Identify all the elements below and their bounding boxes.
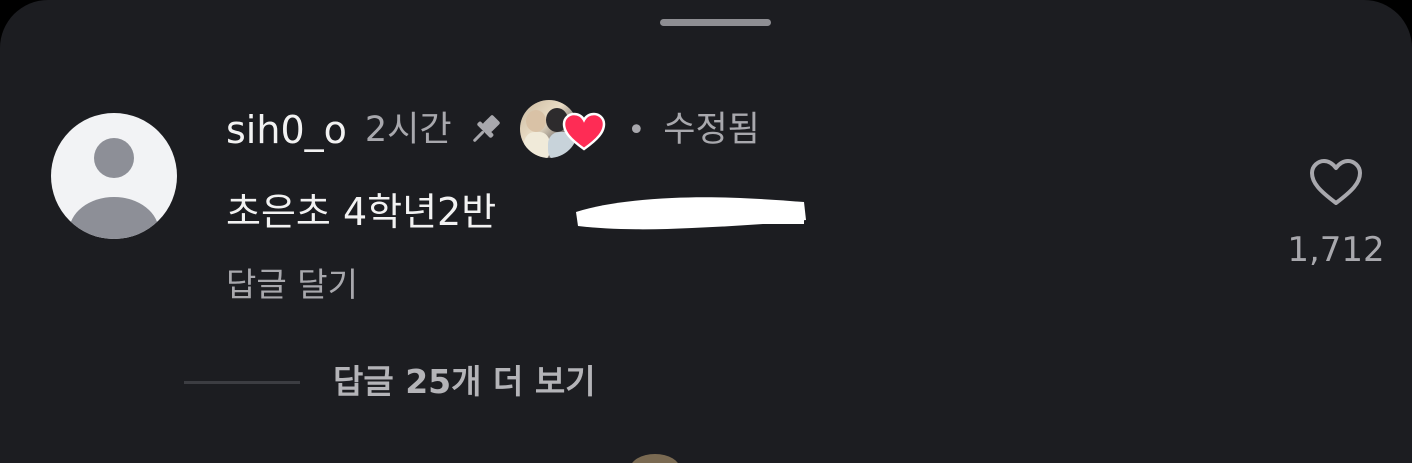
commenter-username[interactable]: sih0_o bbox=[226, 104, 347, 156]
meta-separator: • bbox=[627, 112, 646, 148]
pin-icon bbox=[464, 109, 506, 151]
sheet-drag-handle[interactable] bbox=[660, 19, 771, 26]
commenter-avatar[interactable] bbox=[51, 113, 177, 239]
comment-sheet: sih0_o 2시간 • 수정됨 초은초 4학년2반 답글 달기 1,712 답… bbox=[0, 0, 1412, 463]
view-more-replies-button[interactable]: 답글 25개 더 보기 bbox=[333, 356, 596, 408]
like-count: 1,712 bbox=[1287, 230, 1385, 270]
edited-label: 수정됨 bbox=[663, 110, 760, 150]
comment-text: 초은초 4학년2반 bbox=[226, 190, 497, 234]
comment-timestamp: 2시간 bbox=[364, 110, 452, 150]
reply-button[interactable]: 답글 달기 bbox=[226, 259, 358, 311]
default-avatar-head bbox=[94, 138, 134, 178]
comment-meta: sih0_o 2시간 • 수정됨 bbox=[226, 100, 760, 158]
heart-outline-icon[interactable] bbox=[1308, 158, 1364, 208]
redaction-scribble bbox=[572, 186, 808, 238]
creator-liked-badge bbox=[519, 100, 608, 160]
next-comment-avatar bbox=[630, 454, 680, 463]
heart-filled-icon bbox=[562, 112, 606, 152]
replies-divider bbox=[184, 381, 300, 384]
default-avatar-body bbox=[69, 197, 159, 239]
comment-like: 1,712 bbox=[1270, 150, 1410, 290]
